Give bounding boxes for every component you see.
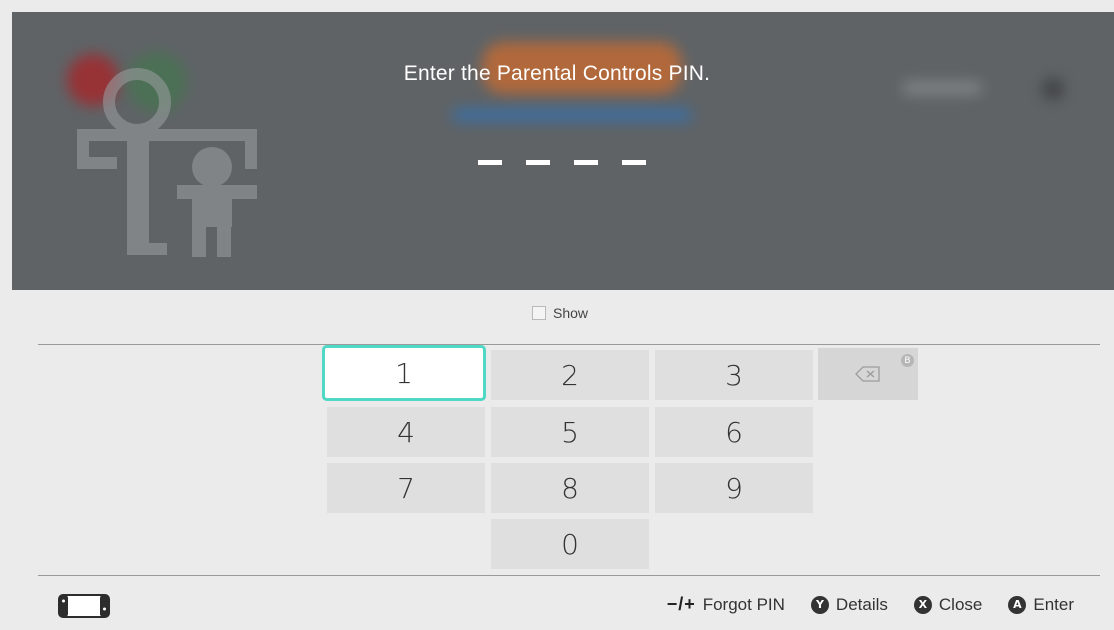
backspace-icon (855, 366, 880, 382)
show-checkbox[interactable] (532, 306, 546, 320)
parental-pin-header (12, 12, 1114, 290)
key-6[interactable]: 6 (655, 407, 813, 457)
divider-bottom (38, 575, 1100, 576)
pin-slot-3 (574, 160, 598, 165)
a-button-icon: A (1008, 595, 1027, 614)
y-button-icon: Y (810, 595, 829, 614)
details-label: Details (835, 594, 888, 614)
key-1[interactable]: 1 (325, 348, 483, 398)
key-4[interactable]: 4 (327, 407, 485, 457)
show-label: Show (553, 305, 589, 321)
key-0[interactable]: 0 (491, 519, 649, 569)
key-8[interactable]: 8 (491, 463, 649, 513)
close-label: Close (938, 594, 983, 614)
key-7[interactable]: 7 (327, 463, 485, 513)
pin-slots (478, 160, 646, 165)
close-button[interactable]: X Close (913, 594, 983, 615)
b-button-icon: B (901, 354, 914, 367)
pin-slot-2 (526, 160, 550, 165)
x-button-icon: X (913, 595, 932, 614)
backspace-button[interactable]: B (818, 348, 918, 400)
key-5[interactable]: 5 (491, 407, 649, 457)
divider-top (38, 344, 1100, 345)
enter-label: Enter (1033, 594, 1074, 614)
show-pin-toggle[interactable]: Show (532, 305, 588, 321)
handheld-console-icon (58, 594, 110, 618)
forgot-pin-button[interactable]: −/+ Forgot PIN (667, 594, 785, 615)
pin-slot-1 (478, 160, 502, 165)
key-9[interactable]: 9 (655, 463, 813, 513)
key-3[interactable]: 3 (655, 350, 813, 400)
minus-plus-icon: −/+ (666, 594, 696, 614)
pin-slot-4 (622, 160, 646, 165)
parental-controls-icon (77, 68, 257, 257)
details-button[interactable]: Y Details (810, 594, 888, 615)
forgot-pin-label: Forgot PIN (702, 594, 785, 614)
blurred-background-shape (452, 108, 692, 122)
dialog-title: Enter the Parental Controls PIN. (403, 62, 711, 85)
key-2[interactable]: 2 (491, 350, 649, 400)
enter-button[interactable]: A Enter (1008, 595, 1074, 615)
footer-actions: −/+ Forgot PIN Y Details X Close A Enter (667, 594, 1074, 615)
